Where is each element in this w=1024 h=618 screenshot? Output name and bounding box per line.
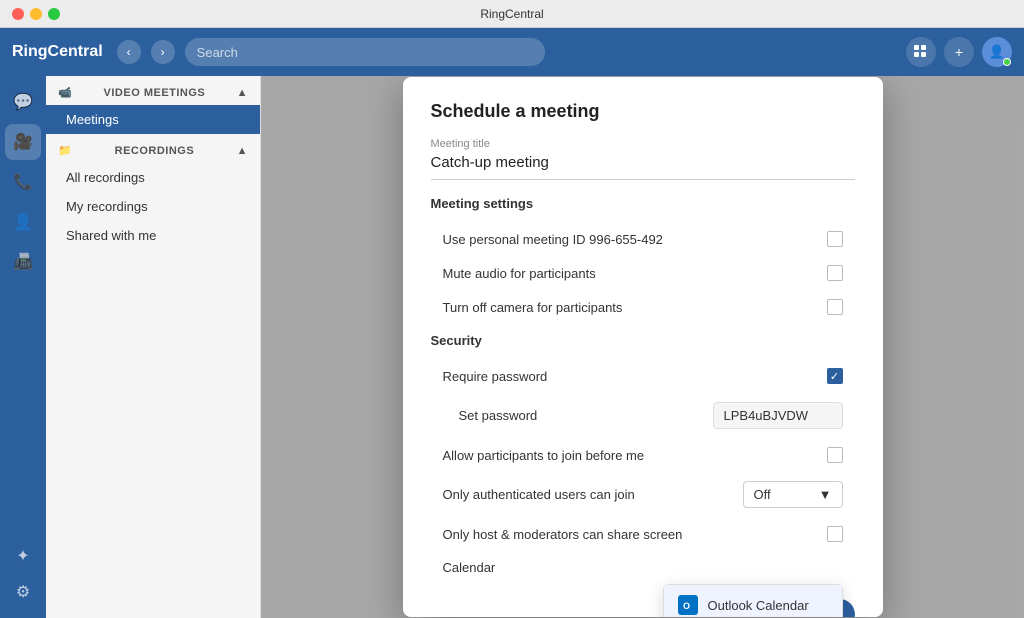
outlook-calendar-option[interactable]: O Outlook Calendar [664,585,842,617]
window-title: RingCentral [480,7,543,21]
recordings-section-header: 📁 RECORDINGS ▲ [46,134,260,163]
icon-sidebar: 💬 🎥 📞 👤 📠 ✦ ⚙ [0,76,46,618]
sidebar-item-shared-with-me[interactable]: Shared with me [46,221,260,250]
schedule-meeting-modal: Schedule a meeting Meeting title Catch-u… [403,77,883,617]
top-bar: RingCentral ‹ › + 👤 [0,28,1024,76]
mute-audio-row: Mute audio for participants [431,257,855,289]
set-password-row: Set password LPB4uBJVDW [431,394,855,437]
share-screen-checkbox[interactable] [827,526,843,542]
window-chrome: RingCentral [0,0,1024,28]
sidebar-item-meetings[interactable]: Meetings [46,105,260,134]
turn-off-camera-checkbox[interactable] [827,299,843,315]
video-meetings-section-header: 📹 VIDEO MEETINGS ▲ [46,76,260,105]
outlook-calendar-label: Outlook Calendar [708,598,809,613]
left-panel: 📹 VIDEO MEETINGS ▲ Meetings 📁 RECORDINGS… [46,76,261,618]
share-screen-label: Only host & moderators can share screen [443,527,683,542]
sidebar-icon-phone[interactable]: 📞 [5,164,41,200]
require-password-row: Require password ✓ [431,360,855,392]
personal-id-checkbox[interactable] [827,231,843,247]
personal-id-row: Use personal meeting ID 996-655-492 [431,223,855,255]
sidebar-icon-integrations[interactable]: ✦ [5,538,41,574]
recordings-collapse-icon[interactable]: ▲ [237,145,248,157]
sidebar-icon-video[interactable]: 🎥 [5,124,41,160]
password-input-field[interactable]: LPB4uBJVDW [713,402,843,429]
plus-icon: + [955,44,963,60]
forward-button[interactable]: › [151,40,175,64]
allow-join-before-checkbox[interactable] [827,447,843,463]
right-content: Tomorrow Schedule a meeting Meeting titl… [261,76,1024,618]
meeting-title-value[interactable]: Catch-up meeting [431,154,855,180]
avatar[interactable]: 👤 [982,37,1012,67]
traffic-lights [12,8,60,20]
calendar-row: Calendar O Outlook Calendar [431,552,855,583]
recordings-label: RECORDINGS [115,145,195,157]
security-section-label: Security [431,333,855,348]
close-button[interactable] [12,8,24,20]
require-password-checkbox[interactable]: ✓ [827,368,843,384]
settings-section-label: Meeting settings [431,196,855,211]
meeting-title-label: Meeting title [431,138,855,150]
main-content: 💬 🎥 📞 👤 📠 ✦ ⚙ 📹 VIDEO MEETINGS ▲ Meeting… [0,76,1024,618]
calendar-dropdown: O Outlook Calendar G [663,584,843,617]
require-password-label: Require password [443,369,548,384]
personal-id-label: Use personal meeting ID 996-655-492 [443,232,663,247]
svg-text:O: O [683,601,690,611]
sidebar-item-my-recordings[interactable]: My recordings [46,192,260,221]
recordings-icon: 📁 [58,144,72,157]
dropdown-chevron-icon: ▼ [819,487,832,502]
turn-off-camera-row: Turn off camera for participants [431,291,855,323]
authenticated-users-dropdown[interactable]: Off ▼ [743,481,843,508]
allow-join-before-label: Allow participants to join before me [443,448,645,463]
turn-off-camera-label: Turn off camera for participants [443,300,623,315]
sidebar-icon-fax[interactable]: 📠 [5,244,41,280]
calendar-label: Calendar [443,560,496,575]
authenticated-users-label: Only authenticated users can join [443,487,635,502]
sidebar-icon-settings[interactable]: ⚙ [5,574,41,610]
online-status-dot [1003,58,1011,66]
share-screen-row: Only host & moderators can share screen [431,518,855,550]
sidebar-icon-chat[interactable]: 💬 [5,84,41,120]
icon-sidebar-bottom: ✦ ⚙ [5,538,41,610]
search-input[interactable] [185,38,545,66]
modal-title: Schedule a meeting [431,101,855,122]
sidebar-icon-contacts[interactable]: 👤 [5,204,41,240]
app-container: RingCentral ‹ › + 👤 [0,28,1024,618]
allow-join-before-row: Allow participants to join before me [431,439,855,471]
mute-audio-checkbox[interactable] [827,265,843,281]
video-meetings-icon: 📹 [58,86,72,99]
grid-icon-button[interactable] [906,37,936,67]
video-meetings-collapse-icon[interactable]: ▲ [237,87,248,99]
back-button[interactable]: ‹ [117,40,141,64]
authenticated-users-row: Only authenticated users can join Off ▼ [431,473,855,516]
set-password-label: Set password [459,408,538,423]
sidebar-item-all-recordings[interactable]: All recordings [46,163,260,192]
add-button[interactable]: + [944,37,974,67]
video-meetings-label: VIDEO MEETINGS [104,87,206,99]
top-bar-right: + 👤 [906,37,1012,67]
mute-audio-label: Mute audio for participants [443,266,596,281]
minimize-button[interactable] [30,8,42,20]
outlook-calendar-icon: O [678,595,698,615]
maximize-button[interactable] [48,8,60,20]
logo: RingCentral [12,43,103,61]
modal-overlay: Schedule a meeting Meeting title Catch-u… [261,76,1024,618]
